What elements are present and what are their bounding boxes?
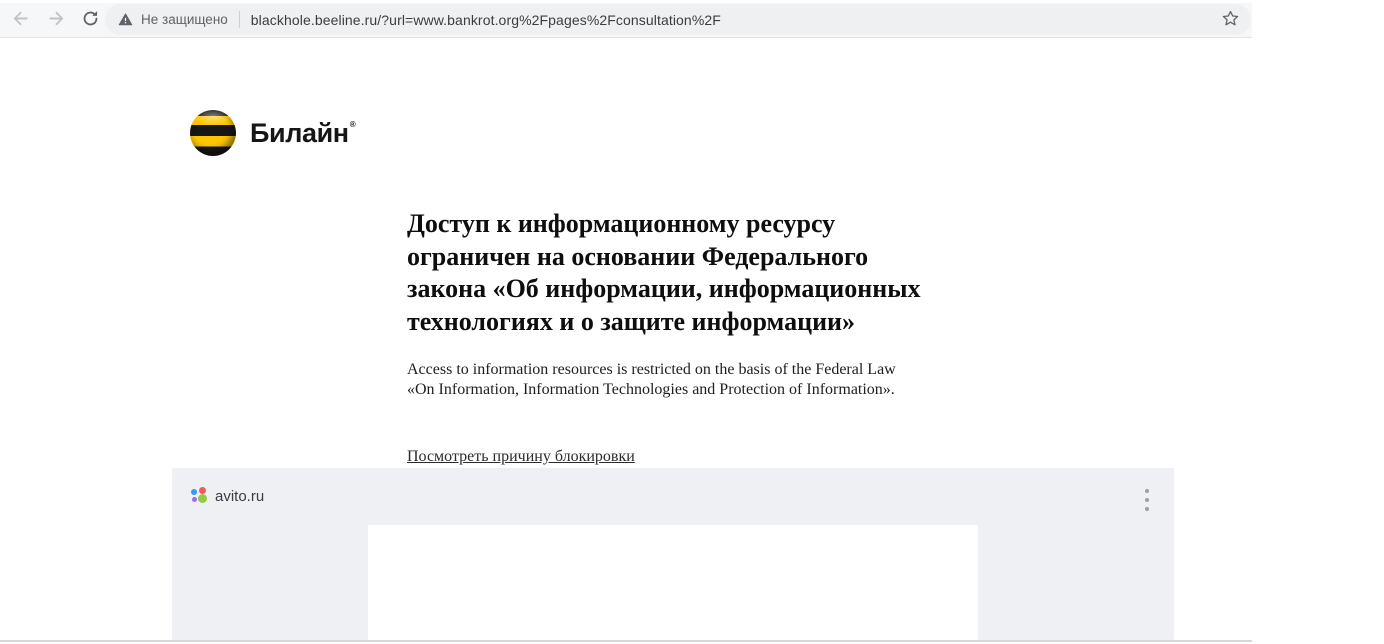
avito-dot-blue	[191, 489, 197, 495]
ad-content-placeholder	[368, 525, 978, 640]
beeline-sphere-icon	[190, 110, 236, 156]
block-reason-link[interactable]: Посмотреть причину блокировки	[407, 448, 635, 466]
window-bottom-edge	[0, 640, 1252, 642]
english-subtext: Access to information resources is restr…	[407, 360, 896, 399]
avito-dot-red	[199, 487, 206, 494]
back-button[interactable]	[8, 8, 32, 32]
ad-options-kebab-icon[interactable]	[1136, 485, 1158, 515]
address-bar[interactable]: Не защищено blackhole.beeline.ru/?url=ww…	[105, 4, 1251, 35]
bookmark-star-button[interactable]	[1219, 9, 1241, 31]
heading-line: технологиях и о защите информации»	[407, 306, 921, 339]
screenshot-canvas: Не защищено blackhole.beeline.ru/?url=ww…	[0, 0, 1384, 644]
star-icon	[1222, 10, 1239, 30]
avito-dot-green	[198, 494, 207, 503]
forward-arrow-icon	[47, 9, 66, 31]
trademark-mark: ®	[350, 120, 356, 129]
site-security-chip[interactable]: Не защищено	[118, 12, 228, 27]
refresh-button[interactable]	[78, 8, 102, 32]
security-label: Не защищено	[141, 12, 228, 27]
avito-dot-purple	[192, 497, 197, 502]
avito-logo-icon	[190, 487, 208, 505]
advertiser-label: avito.ru	[215, 488, 264, 505]
forward-button[interactable]	[44, 8, 68, 32]
advertiser-link[interactable]: avito.ru	[190, 487, 264, 505]
not-secure-warning-icon	[118, 12, 133, 27]
beeline-logo[interactable]: Билайн®	[190, 110, 354, 156]
blocked-page: Билайн® Доступ к информационному ресурсу…	[0, 39, 1252, 644]
subtext-line: Access to information resources is restr…	[407, 360, 896, 380]
subtext-line: «On Information, Information Technologie…	[407, 380, 896, 400]
heading-line: Доступ к информационному ресурсу	[407, 208, 921, 241]
browser-toolbar: Не защищено blackhole.beeline.ru/?url=ww…	[0, 0, 1252, 38]
browser-window: Не защищено blackhole.beeline.ru/?url=ww…	[0, 0, 1252, 644]
brand-wordmark: Билайн®	[250, 118, 354, 149]
refresh-icon	[81, 9, 100, 31]
address-separator	[239, 11, 240, 28]
heading-line: ограничен на основании Федерального	[407, 241, 921, 274]
back-arrow-icon	[11, 9, 30, 31]
ad-banner: avito.ru	[172, 468, 1174, 640]
heading-line: закона «Об информации, информационных	[407, 273, 921, 306]
url-text[interactable]: blackhole.beeline.ru/?url=www.bankrot.or…	[251, 12, 721, 28]
page-heading: Доступ к информационному ресурсу огранич…	[407, 208, 921, 338]
